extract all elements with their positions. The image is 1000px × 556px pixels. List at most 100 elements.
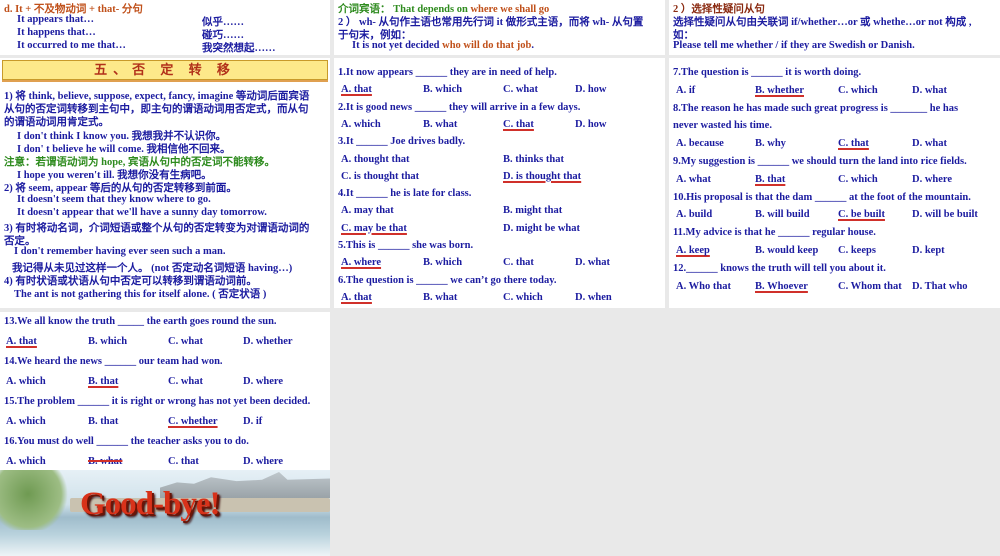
answer-option[interactable]: D. That who [912, 281, 968, 292]
answer-option[interactable]: B. what [423, 119, 457, 130]
example-en: It appears that… [17, 14, 95, 25]
tree-image [0, 470, 70, 530]
negation-line: 3) 有时将动名词，介词短语或整个从句的否定转变为对谓语动词的 [4, 223, 310, 234]
quiz-slide-13-16: Good-bye! 13.We all know the truth _____… [0, 312, 330, 556]
answer-option[interactable]: D. where [243, 376, 283, 387]
answer-option[interactable]: B. might that [503, 205, 562, 216]
rule-line: 选择性疑问从句由关联词 if/whether…or 或 whethe…or no… [673, 17, 972, 28]
question-text: 14.We heard the news ______ our team had… [4, 356, 223, 367]
answer-option[interactable]: D. how [575, 119, 607, 130]
answer-option[interactable]: B. why [755, 138, 786, 149]
answer-option[interactable]: C. Whom that [838, 281, 902, 292]
answer-option[interactable]: D. if [243, 416, 262, 427]
answer-option[interactable]: D. where [912, 174, 952, 185]
answer-option[interactable]: A. which [6, 376, 46, 387]
answer-option[interactable]: C. what [503, 84, 538, 95]
answer-option[interactable]: D. whether [243, 336, 293, 347]
negation-line: The ant is not gathering this for itself… [14, 289, 267, 300]
answer-option-correct[interactable]: D. is thought that [503, 171, 581, 182]
answer-option[interactable]: B. thinks that [503, 154, 564, 165]
question-text: 13.We all know the truth _____ the earth… [4, 316, 277, 327]
answer-option-correct[interactable]: B. Whoever [755, 281, 808, 292]
answer-option[interactable]: B. which [423, 84, 462, 95]
answer-option[interactable]: C. is thought that [341, 171, 419, 182]
answer-option[interactable]: D. will be built [912, 209, 978, 220]
question-text: 6.The question is ______ we can’t go the… [338, 274, 557, 286]
section-title: 五、否 定 转 移 [2, 60, 328, 80]
question-text: 15.The problem ______ it is right or wro… [4, 396, 311, 407]
answer-option[interactable]: C. what [168, 376, 203, 387]
question-text: 2.It is good news ______ they will arriv… [338, 101, 581, 113]
answer-option[interactable]: A. thought that [341, 154, 410, 165]
quiz-slide-1-6: 1.It now appears ______ they are in need… [334, 58, 665, 308]
negation-line: It doesn't seem that they know where to … [17, 193, 211, 205]
answer-option-correct[interactable]: C. that [838, 138, 869, 149]
negation-line: I don't remember having ever seen such a… [14, 246, 226, 258]
answer-option-correct[interactable]: A. where [341, 257, 381, 268]
slide-it-intransitive: d. It + 不及物动词 + that- 分句 It appears that… [0, 0, 330, 55]
answer-option-correct[interactable]: A. that [341, 84, 372, 95]
example-end: . [531, 40, 535, 51]
answer-option-correct[interactable]: C. whether [168, 416, 218, 427]
goodbye-text: Good-bye! [80, 486, 220, 522]
slide-wh-subject: 介词宾语： That depends on where we shall go … [334, 0, 665, 55]
answer-option-correct[interactable]: C. be built [838, 209, 885, 220]
answer-option-correct[interactable]: A. that [341, 292, 372, 303]
answer-option[interactable]: C. which [838, 174, 878, 185]
answer-option-correct[interactable]: C. that [503, 119, 534, 130]
answer-option[interactable]: C. what [168, 336, 203, 347]
slide-alternative-question: 2 ）选择性疑问从句 选择性疑问从句由关联词 if/whether…or 或 w… [669, 0, 1000, 55]
answer-option[interactable]: B. will build [755, 209, 810, 220]
answer-option[interactable]: D. might be what [503, 223, 580, 234]
answer-option[interactable]: A. which [6, 456, 46, 467]
answer-option-correct[interactable]: A. that [6, 336, 37, 347]
example-en: It occurred to me that… [17, 40, 126, 51]
answer-option-correct[interactable]: B. that [88, 376, 118, 387]
question-text: 8.The reason he has made such great prog… [673, 102, 959, 114]
question-text: 7.The question is ______ it is worth doi… [673, 67, 862, 78]
answer-option[interactable]: D. where [243, 456, 283, 467]
question-text: 10.His proposal is that the dam ______ a… [673, 191, 971, 203]
answer-option[interactable]: B. would keep [755, 245, 818, 256]
answer-option[interactable]: A. Who that [676, 281, 731, 292]
negation-line: It doesn't appear that we'll have a sunn… [17, 206, 267, 218]
answer-option[interactable]: D. when [575, 292, 612, 303]
answer-option-correct[interactable]: B. that [755, 174, 785, 185]
answer-option[interactable]: A. build [676, 209, 712, 220]
answer-option-correct[interactable]: B. whether [755, 85, 804, 96]
answer-option-correct[interactable]: B. what [88, 456, 122, 467]
question-text: 11.My advice is that he ______ regular h… [673, 227, 876, 239]
question-text: 9.My suggestion is ______ we should turn… [673, 156, 967, 167]
answer-option[interactable]: A. what [676, 174, 711, 185]
question-text: 5.This is ______ she was born. [338, 240, 474, 251]
example-sentence: It is not yet decided who will do that j… [352, 40, 534, 51]
answer-option-correct[interactable]: C. may be that [341, 223, 407, 234]
answer-option[interactable]: C. that [168, 456, 199, 467]
answer-option[interactable]: A. if [676, 85, 695, 96]
answer-option[interactable]: D. what [912, 138, 947, 149]
answer-option[interactable]: A. because [676, 138, 724, 149]
answer-option[interactable]: D. kept [912, 245, 945, 256]
answer-option[interactable]: B. what [423, 292, 457, 303]
answer-option[interactable]: B. that [88, 416, 118, 427]
question-text: 4.It ______ he is late for class. [338, 188, 472, 200]
answer-option[interactable]: A. which [6, 416, 46, 427]
question-text: 3.It ______ Joe drives badly. [338, 136, 466, 148]
answer-option[interactable]: B. which [423, 257, 462, 268]
quiz-slide-7-12: 7.The question is ______ it is worth doi… [669, 58, 1000, 308]
answer-option[interactable]: D. how [575, 84, 607, 95]
answer-option[interactable]: A. which [341, 119, 381, 130]
answer-option[interactable]: C. which [838, 85, 878, 96]
answer-option[interactable]: C. which [503, 292, 543, 303]
example-en: It happens that… [17, 27, 96, 38]
answer-option[interactable]: D. what [575, 257, 610, 268]
answer-option[interactable]: C. that [503, 257, 534, 268]
answer-option[interactable]: C. keeps [838, 245, 876, 256]
question-text: 16.You must do well ______ the teacher a… [4, 436, 249, 447]
answer-option[interactable]: B. which [88, 336, 127, 347]
slide-negation-transfer: 五、否 定 转 移 1) 将 think, believe, suppose, … [0, 58, 330, 308]
answer-option[interactable]: D. what [912, 85, 947, 96]
example-text: It is not yet decided [352, 40, 443, 51]
answer-option[interactable]: A. may that [341, 205, 394, 216]
answer-option-correct[interactable]: A. keep [676, 245, 710, 256]
